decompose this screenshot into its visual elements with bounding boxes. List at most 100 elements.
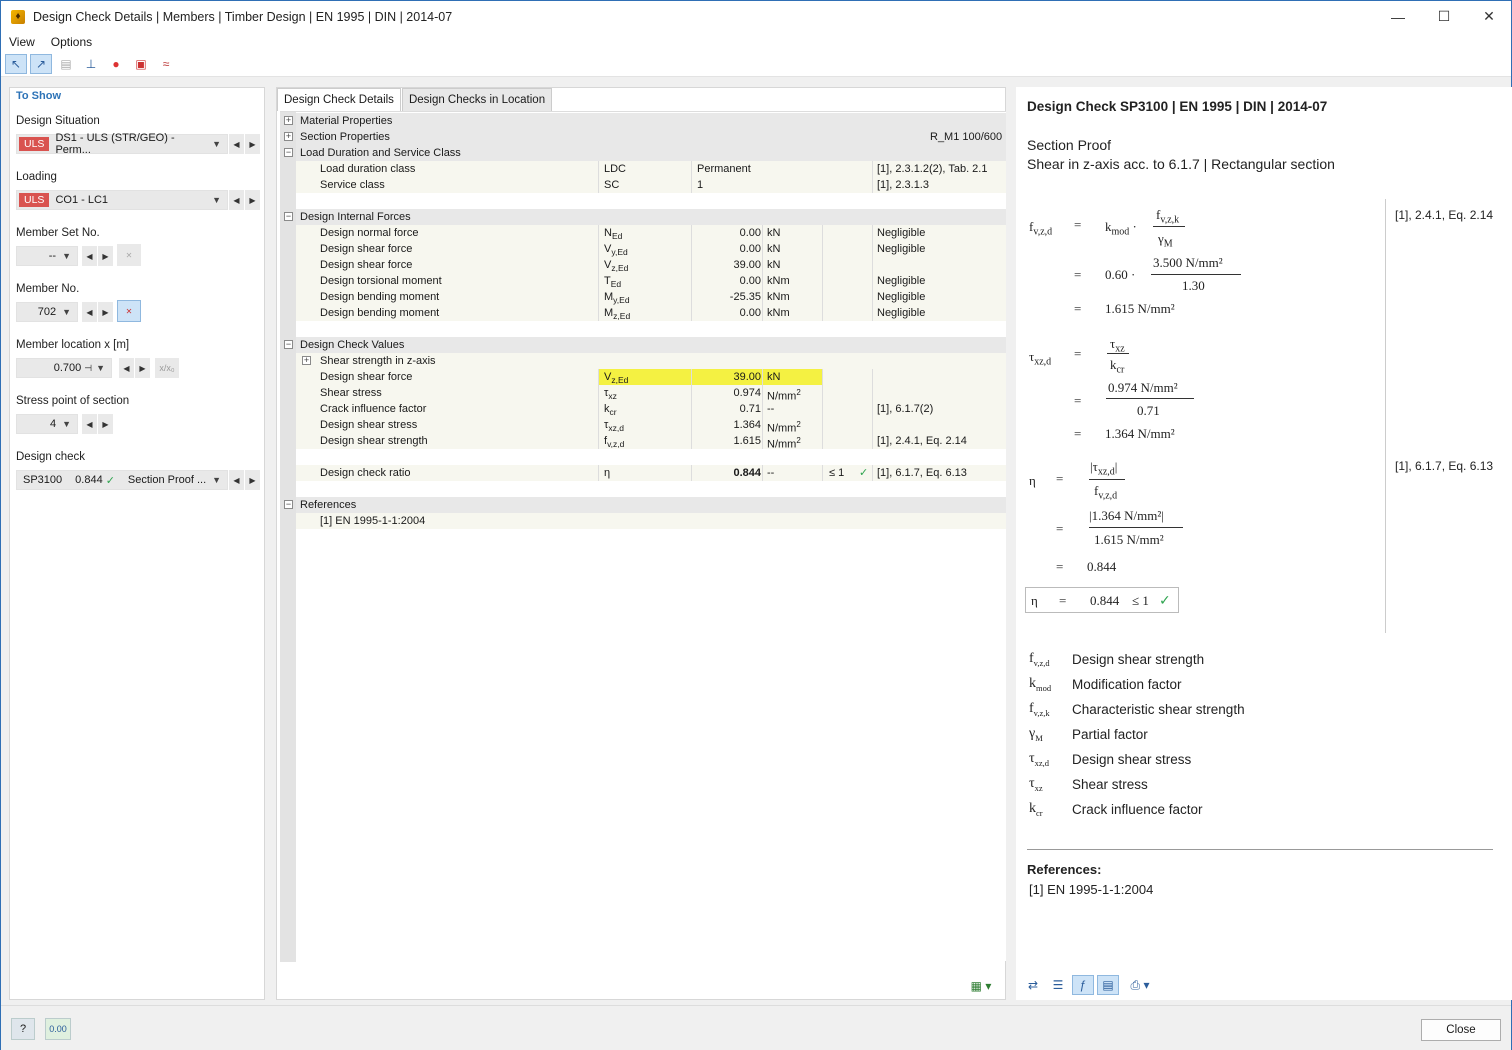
tree-section-load-duration[interactable]: − Load Duration and Service Class <box>284 145 1006 161</box>
relative-location-button[interactable]: x/x₀ <box>155 358 179 378</box>
prev-arrow-icon[interactable]: ◀ <box>229 134 244 154</box>
pick-member-icon[interactable]: ✕ <box>117 300 141 322</box>
row-unit: N/mm2 <box>762 385 822 403</box>
tree-section-material[interactable]: + Material Properties <box>284 113 1006 129</box>
diagram-icon[interactable]: ≈ <box>155 54 177 74</box>
tab-bar: Design Check Details Design Checks in Lo… <box>277 88 553 111</box>
next-arrow-icon[interactable]: ▶ <box>98 246 113 266</box>
next-arrow-icon[interactable]: ▶ <box>98 414 113 434</box>
equals-sign: = <box>1074 267 1082 282</box>
member-icon[interactable]: ⊥ <box>80 54 102 74</box>
row-label: Shear strength in z-axis <box>320 355 436 367</box>
row-note: Negligible <box>872 305 925 321</box>
next-arrow-icon[interactable]: ▶ <box>245 134 260 154</box>
expand-icon[interactable]: + <box>284 116 293 125</box>
menu-options[interactable]: Options <box>43 35 100 49</box>
prev-arrow-icon[interactable]: ◀ <box>229 470 244 490</box>
help-icon[interactable]: ? <box>11 1018 35 1040</box>
prev-arrow-icon[interactable]: ◀ <box>229 190 244 210</box>
legend-description: Design shear strength <box>1072 652 1205 667</box>
collapse-icon[interactable]: − <box>284 340 293 349</box>
fraction-line <box>1151 274 1241 275</box>
minimize-button[interactable]: — <box>1375 1 1421 32</box>
design-check-type: Section Proof ... <box>127 474 207 486</box>
tree-section-references[interactable]: − References <box>284 497 1006 513</box>
table-row: Load duration class LDC Permanent [1], 2.3.… <box>296 161 1006 177</box>
row-symbol: NEd <box>598 225 622 241</box>
design-situation-select[interactable]: ULS DS1 - ULS (STR/GEO) - Perm... ▼ <box>16 132 228 156</box>
member-value: 702 <box>37 306 57 318</box>
export-excel-icon[interactable]: ▦ ▾ <box>963 976 999 996</box>
select-pointer-icon[interactable]: ↖ <box>5 54 27 74</box>
tree-section-forces[interactable]: − Design Internal Forces <box>284 209 1006 225</box>
color-circles-icon[interactable]: ● <box>105 54 127 74</box>
design-check-select[interactable]: SP3100 0.844 ✓ Section Proof ... ▼ <box>16 470 228 490</box>
prev-arrow-icon[interactable]: ◀ <box>82 246 97 266</box>
table-row: Design shear force Vz,Ed 39.00 kN <box>296 257 1006 273</box>
row-ref: [1], 6.1.7(2) <box>872 401 933 417</box>
row-label: Load duration class <box>320 163 416 175</box>
table-row: Design shear strength fv,z,d 1.615 N/mm2 [1]… <box>296 433 1006 451</box>
tree-section-section[interactable]: + Section Properties R_M1 100/600 <box>284 129 1006 145</box>
stress-point-select[interactable]: 4 ▼ <box>16 414 78 434</box>
menu-view[interactable]: View <box>1 35 43 49</box>
fraction-line <box>1153 226 1185 227</box>
grid-icon[interactable]: ▤ <box>55 54 77 74</box>
member-select[interactable]: 702 ▼ <box>16 302 78 322</box>
list-sort-icon[interactable]: ☰ <box>1047 975 1069 995</box>
equals-sign: = <box>1074 426 1082 441</box>
next-arrow-icon[interactable]: ▶ <box>98 302 113 322</box>
row-symbol: τxz <box>598 385 691 401</box>
row-value: 0.71 <box>691 401 762 417</box>
kmod-symbol: kmod · <box>1105 219 1137 238</box>
tree-subsection-shear[interactable]: + Shear strength in z-axis <box>296 353 1006 369</box>
loading-label: Loading <box>16 171 57 183</box>
decimal-places-icon[interactable]: 0.00 <box>45 1018 71 1040</box>
prev-arrow-icon[interactable]: ◀ <box>119 358 134 378</box>
print-icon[interactable]: ⎙ ▾ <box>1122 975 1158 995</box>
next-arrow-icon[interactable]: ▶ <box>245 470 260 490</box>
dialog-window: ♦ Design Check Details | Members | Timbe… <box>0 0 1512 1050</box>
loading-select[interactable]: ULS CO1 - LC1 ▼ <box>16 190 228 210</box>
equals-sign: = <box>1059 593 1067 608</box>
chevron-down-icon: ▼ <box>212 139 221 149</box>
row-ref: [1], 2.3.1.3 <box>872 177 929 193</box>
reference-item: [1] EN 1995-1-1:2004 <box>320 515 426 527</box>
divider <box>1385 199 1386 633</box>
next-arrow-icon[interactable]: ▶ <box>135 358 150 378</box>
member-set-select[interactable]: -- ▼ <box>16 246 78 266</box>
row-symbol: η <box>598 465 610 481</box>
close-button[interactable]: Close <box>1421 1019 1501 1041</box>
location-input[interactable]: 0.700 ⊣ ▼ <box>16 358 112 378</box>
prev-arrow-icon[interactable]: ◀ <box>82 302 97 322</box>
swap-icon[interactable]: ⇄ <box>1022 975 1044 995</box>
references-label: References: <box>1027 862 1102 877</box>
collapse-icon[interactable]: − <box>284 212 293 221</box>
fvzd-symbol: fv,z,d <box>1094 483 1118 502</box>
pick-member-icon[interactable]: ↗ <box>30 54 52 74</box>
tab-design-checks-in-location[interactable]: Design Checks in Location <box>401 88 553 111</box>
legend-symbol: γM <box>1029 726 1043 743</box>
pick-member-set-icon[interactable]: ✕ <box>117 244 141 266</box>
prev-arrow-icon[interactable]: ◀ <box>82 414 97 434</box>
row-symbol: fv,z,d <box>598 433 691 449</box>
legend-description: Crack influence factor <box>1072 802 1203 817</box>
page-icon[interactable]: ▤ <box>1097 975 1119 995</box>
legend-description: Modification factor <box>1072 677 1182 692</box>
maximize-button[interactable]: ☐ <box>1421 1 1467 32</box>
reference-2: [1], 6.1.7, Eq. 6.13 <box>1395 459 1494 473</box>
info-section-icon[interactable]: ▣ <box>130 54 152 74</box>
next-arrow-icon[interactable]: ▶ <box>245 190 260 210</box>
collapse-icon[interactable]: − <box>284 500 293 509</box>
collapse-icon[interactable]: − <box>284 148 293 157</box>
row-unit: kN <box>762 225 780 241</box>
row-value: 39.00 <box>691 257 761 273</box>
formula-icon[interactable]: ƒ <box>1072 975 1094 995</box>
row-label: Design shear stress <box>320 419 418 431</box>
tab-design-check-details[interactable]: Design Check Details <box>277 88 401 111</box>
expand-icon[interactable]: + <box>302 356 311 365</box>
close-window-button[interactable]: ✕ <box>1466 1 1512 32</box>
member-set-label: Member Set No. <box>16 227 100 239</box>
tree-section-check-values[interactable]: − Design Check Values <box>284 337 1006 353</box>
expand-icon[interactable]: + <box>284 132 293 141</box>
